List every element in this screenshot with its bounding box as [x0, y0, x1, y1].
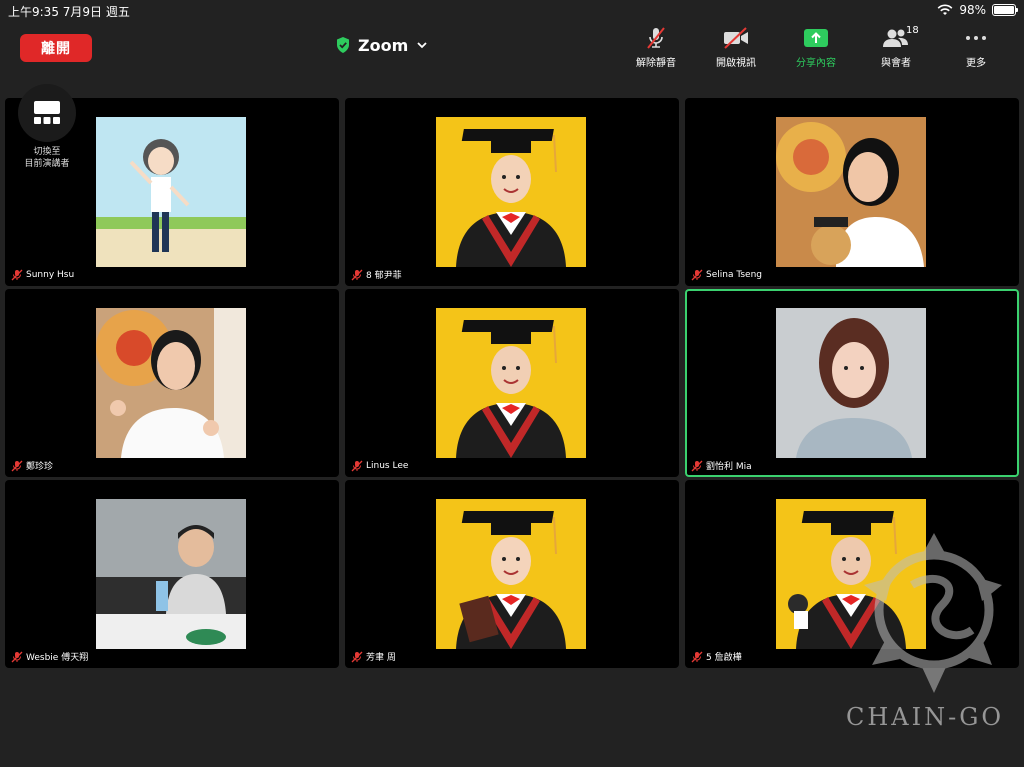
- leave-button[interactable]: 離開: [20, 34, 92, 62]
- muted-microphone-icon: [691, 460, 703, 471]
- more-dots-icon: [966, 36, 986, 40]
- participant-photo: [776, 117, 926, 267]
- participant-name: 鄭珍珍: [26, 462, 54, 472]
- participant-name-tag: 8 郁尹菲: [351, 268, 402, 281]
- shield-check-icon: [337, 37, 349, 53]
- participant-photo: [436, 499, 586, 649]
- wifi-icon: [937, 4, 953, 15]
- participant-name-tag: 5 詹啟樺: [691, 650, 742, 663]
- switch-view-button[interactable]: 切換至 目前演講者: [16, 84, 78, 170]
- watermark-text: CHAIN-GO: [846, 703, 1005, 731]
- participant-name: Sunny Hsu: [26, 270, 75, 280]
- start-video-label: 開啟視訊: [716, 58, 756, 69]
- unmute-button[interactable]: 解除靜音: [616, 26, 696, 70]
- participant-name: 5 詹啟樺: [706, 653, 742, 663]
- share-content-label: 分享內容: [796, 58, 836, 69]
- participant-name: 劉怡利 Mia: [706, 462, 752, 472]
- participant-name: Selina Tseng: [706, 270, 762, 280]
- meeting-title-dropdown[interactable]: Zoom: [336, 34, 428, 56]
- muted-microphone-icon: [647, 27, 665, 49]
- participant-name-tag: 鄭珍珍: [11, 459, 53, 472]
- participant-name-tag: Linus Lee: [351, 460, 408, 472]
- participant-photo: [436, 308, 586, 458]
- participant-photo: [436, 117, 586, 267]
- participant-tile[interactable]: 芳聿 周: [345, 480, 679, 668]
- switch-view-label-1: 切換至: [33, 147, 61, 157]
- participants-label: 與會者: [881, 58, 911, 69]
- participant-photo: [776, 308, 926, 458]
- meeting-toolbar: 解除靜音 開啟視訊 分享內容 18 與會者 更多: [616, 25, 1016, 70]
- muted-microphone-icon: [351, 269, 363, 280]
- muted-microphone-icon: [351, 651, 363, 662]
- switch-view-label-2: 目前演講者: [24, 159, 70, 169]
- share-content-button[interactable]: 分享內容: [776, 26, 856, 70]
- muted-microphone-icon: [691, 269, 703, 281]
- participant-name-tag: Sunny Hsu: [11, 269, 74, 281]
- unmute-label: 解除靜音: [636, 58, 676, 69]
- muted-microphone-icon: [11, 460, 23, 471]
- participant-photo: [96, 117, 246, 267]
- participants-count: 18: [906, 25, 919, 36]
- participant-photo: [96, 308, 246, 458]
- more-button[interactable]: 更多: [936, 26, 1016, 70]
- participant-name-tag: Selina Tseng: [691, 269, 762, 281]
- status-bar: 上午9:35 7月9日 週五 98%: [0, 0, 1024, 20]
- more-label: 更多: [966, 58, 986, 69]
- participant-name-tag: 劉怡利 Mia: [691, 459, 752, 472]
- speaker-view-icon: [34, 101, 60, 124]
- participant-name: Linus Lee: [366, 461, 409, 471]
- muted-microphone-icon: [11, 269, 23, 281]
- chevron-down-icon: [417, 42, 427, 49]
- participant-tile[interactable]: 劉怡利 Mia: [685, 289, 1019, 477]
- participant-name: Wesbie 傅天翔: [26, 653, 89, 663]
- battery-percent: 98%: [959, 3, 986, 17]
- participant-tile[interactable]: Selina Tseng: [685, 98, 1019, 286]
- participant-name: 芳聿 周: [366, 653, 396, 663]
- participant-photo: [96, 499, 246, 649]
- participant-tile[interactable]: Linus Lee: [345, 289, 679, 477]
- muted-microphone-icon: [351, 460, 363, 472]
- participant-name: 8 郁尹菲: [366, 271, 402, 281]
- battery-icon: [992, 4, 1018, 16]
- participant-name-tag: 芳聿 周: [351, 650, 396, 663]
- muted-microphone-icon: [691, 651, 703, 662]
- status-time: 上午9:35 7月9日 週五: [8, 5, 130, 19]
- muted-microphone-icon: [11, 651, 23, 662]
- participants-button[interactable]: 18 與會者: [856, 25, 936, 70]
- video-off-icon: [724, 27, 748, 49]
- participant-tile[interactable]: Wesbie 傅天翔: [5, 480, 339, 668]
- meeting-title: Zoom: [358, 35, 409, 55]
- participant-tile[interactable]: 8 郁尹菲: [345, 98, 679, 286]
- participant-name-tag: Wesbie 傅天翔: [11, 650, 88, 663]
- start-video-button[interactable]: 開啟視訊: [696, 26, 776, 70]
- share-screen-icon: [804, 29, 828, 47]
- participant-tile[interactable]: 鄭珍珍: [5, 289, 339, 477]
